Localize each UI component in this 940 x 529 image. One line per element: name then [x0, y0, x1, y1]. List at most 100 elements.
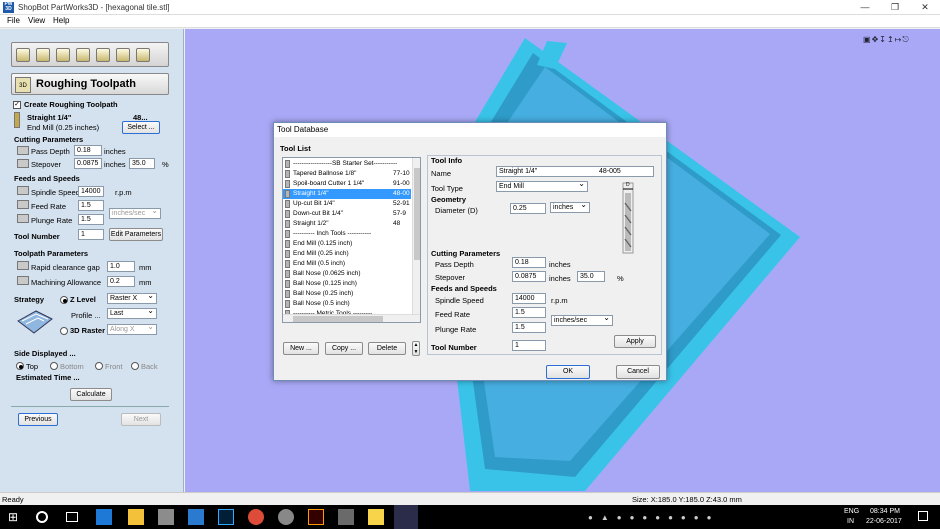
tool-list-item[interactable]: End Mill (0.125 inch): [283, 239, 411, 249]
dlg-pass-depth-input[interactable]: 0.18: [512, 257, 546, 268]
tool-list-item[interactable]: ---------- Inch Tools -----------: [283, 229, 411, 239]
side-bottom-radio[interactable]: [50, 362, 58, 370]
stepover-input[interactable]: 0.0875: [74, 158, 102, 169]
tool-list-item[interactable]: End Mill (0.5 inch): [283, 259, 411, 269]
tool-list-item[interactable]: Straight 1/2" 48: [283, 219, 411, 229]
tool-list-item[interactable]: Spoil-board Cutter 1 1/4" 91-00: [283, 179, 411, 189]
illustrator-icon[interactable]: [308, 509, 324, 525]
reorder-spinner[interactable]: ▲ ▼: [412, 341, 420, 356]
mail-icon[interactable]: [188, 509, 204, 525]
view-front-icon[interactable]: ↥: [887, 35, 895, 44]
clock-time[interactable]: 08:34 PM: [870, 508, 900, 515]
new-tool-button[interactable]: New ...: [283, 342, 319, 355]
raster3d-radio[interactable]: [60, 327, 68, 335]
close-button[interactable]: ✕: [910, 0, 940, 15]
side-top-radio[interactable]: [16, 362, 24, 370]
windows-start-icon[interactable]: ⊞: [8, 509, 24, 525]
dlg-feed-input[interactable]: 1.5: [512, 307, 546, 318]
dlg-plunge-input[interactable]: 1.5: [512, 322, 546, 333]
tool-list-item[interactable]: ------------------SB Starter Set--------…: [283, 159, 411, 169]
lang-indicator[interactable]: ENG: [844, 508, 859, 515]
profile-select[interactable]: Last: [107, 308, 157, 319]
minimize-button[interactable]: —: [850, 0, 880, 15]
next-button[interactable]: Next: [121, 413, 161, 426]
tool-type-select[interactable]: End Mill: [496, 181, 588, 192]
create-roughing-checkbox[interactable]: ✓: [13, 101, 21, 109]
view-top-icon[interactable]: ↧: [879, 35, 887, 44]
toolpath-icon-3[interactable]: [56, 48, 70, 62]
feed-unit-select[interactable]: inches/sec: [109, 208, 161, 219]
plunge-input[interactable]: 1.5: [78, 214, 104, 225]
toolpath-icon-7[interactable]: [136, 48, 150, 62]
vscroll-thumb[interactable]: [414, 168, 420, 260]
delete-tool-button[interactable]: Delete: [368, 342, 406, 355]
tool-list-item[interactable]: Down-cut Bit 1/4" 57-9: [283, 209, 411, 219]
dlg-feed-unit-select[interactable]: inches/sec: [551, 315, 613, 326]
previous-button[interactable]: Previous: [18, 413, 58, 426]
name-input[interactable]: Straight 1/4" 48-005: [496, 166, 654, 177]
tool-list-item[interactable]: End Mill (0.25 inch): [283, 249, 411, 259]
toolpath-icon-6[interactable]: [116, 48, 130, 62]
raster3d-select[interactable]: Along X: [107, 324, 157, 335]
view-zoom-icon[interactable]: ⎋: [902, 35, 909, 44]
diameter-input[interactable]: 0.25: [510, 203, 546, 214]
side-bottom-label: Bottom: [60, 362, 84, 371]
spindle-input[interactable]: 14000: [78, 186, 104, 197]
sticky-notes-icon[interactable]: [368, 509, 384, 525]
tool-list-item[interactable]: Tapered Ballnose 1/8" 77-10: [283, 169, 411, 179]
dlg-tool-number-spinner[interactable]: 1: [512, 340, 546, 351]
dlg-stepover-percent-input[interactable]: 35.0: [577, 271, 605, 282]
cortana-icon[interactable]: [36, 511, 48, 523]
ok-button[interactable]: OK: [546, 365, 590, 379]
select-tool-button[interactable]: Select ...: [122, 121, 160, 134]
tool-list-item[interactable]: Ball Nose (0.25 inch): [283, 289, 411, 299]
partworks-taskbar-button[interactable]: [394, 505, 418, 529]
tool-list-item[interactable]: Ball Nose (0.0625 inch): [283, 269, 411, 279]
tool-number-spinner[interactable]: 1: [78, 229, 104, 240]
side-front-radio[interactable]: [95, 362, 103, 370]
side-back-radio[interactable]: [131, 362, 139, 370]
cancel-button[interactable]: Cancel: [616, 365, 660, 379]
apply-button[interactable]: Apply: [614, 335, 656, 348]
tool-list[interactable]: ------------------SB Starter Set--------…: [282, 157, 421, 323]
zlevel-select[interactable]: Raster X: [107, 293, 157, 304]
tool-list-item[interactable]: Up-cut Bit 1/4" 52-91: [283, 199, 411, 209]
hscroll-thumb[interactable]: [293, 316, 383, 322]
toolpath-icon-2[interactable]: [36, 48, 50, 62]
edit-parameters-button[interactable]: Edit Parameters: [109, 228, 163, 241]
file-explorer-icon[interactable]: [128, 509, 144, 525]
menu-help[interactable]: Help: [53, 16, 69, 25]
tool-list-item[interactable]: Straight 1/4" 48-00: [283, 189, 411, 199]
notifications-icon[interactable]: [918, 511, 928, 521]
pass-depth-input[interactable]: 0.18: [74, 145, 102, 156]
dlg-stepover-input[interactable]: 0.0875: [512, 271, 546, 282]
dlg-spindle-input[interactable]: 14000: [512, 293, 546, 304]
stepover-percent-input[interactable]: 35.0: [129, 158, 155, 169]
tool-list-item[interactable]: Ball Nose (0.125 inch): [283, 279, 411, 289]
toolpath-icon-1[interactable]: [16, 48, 30, 62]
zlevel-radio[interactable]: [60, 296, 68, 304]
view-iso-icon[interactable]: ▣: [863, 35, 872, 44]
photoshop-icon[interactable]: [218, 509, 234, 525]
maximize-button[interactable]: ❐: [880, 0, 910, 15]
menu-view[interactable]: View: [28, 16, 45, 25]
task-view-icon[interactable]: [66, 512, 78, 522]
copy-tool-button[interactable]: Copy ...: [325, 342, 363, 355]
toolpath-icon-5[interactable]: [96, 48, 110, 62]
edge-icon[interactable]: [96, 509, 112, 525]
toolpath-icon-4[interactable]: [76, 48, 90, 62]
store-icon[interactable]: [158, 509, 174, 525]
app-icon-1[interactable]: [278, 509, 294, 525]
chrome-icon[interactable]: [248, 509, 264, 525]
menu-file[interactable]: File: [7, 16, 20, 25]
app-icon-2[interactable]: [338, 509, 354, 525]
calculate-button[interactable]: Calculate: [70, 388, 112, 401]
diameter-unit-select[interactable]: inches: [550, 202, 590, 213]
feed-input[interactable]: 1.5: [78, 200, 104, 211]
tool-list-item-name: End Mill (0.125 inch): [293, 240, 353, 247]
allowance-input[interactable]: 0.2: [107, 276, 135, 287]
tool-list-vscroll[interactable]: [412, 158, 420, 314]
tool-list-item[interactable]: Ball Nose (0.5 inch): [283, 299, 411, 309]
tool-list-hscroll[interactable]: [283, 314, 420, 322]
rapid-input[interactable]: 1.0: [107, 261, 135, 272]
